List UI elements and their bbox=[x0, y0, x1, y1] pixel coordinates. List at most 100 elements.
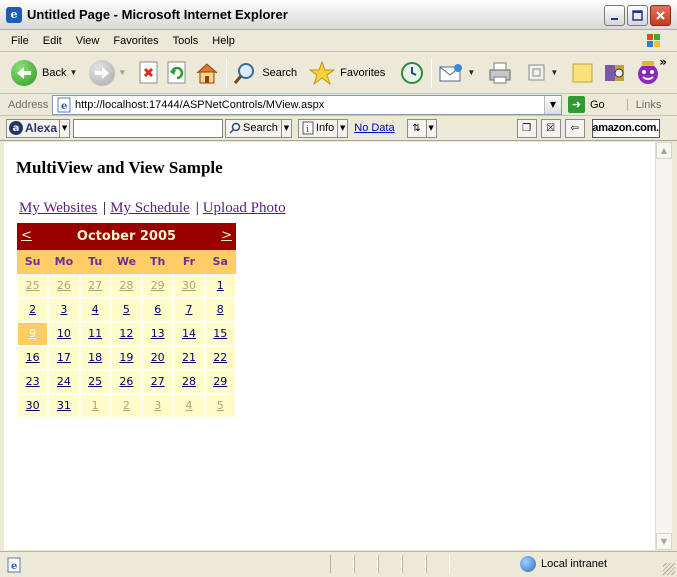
alexa-search-dropdown-icon[interactable]: ▼ bbox=[281, 118, 292, 138]
calendar-day[interactable]: 23 bbox=[17, 370, 49, 394]
calendar-day[interactable]: 29 bbox=[204, 370, 236, 394]
maximize-button[interactable] bbox=[627, 5, 648, 26]
refresh-button[interactable] bbox=[163, 56, 191, 90]
calendar-day[interactable]: 17 bbox=[48, 346, 80, 370]
notes-button[interactable] bbox=[567, 56, 599, 90]
calendar-day[interactable]: 30 bbox=[17, 394, 49, 418]
link-my-websites[interactable]: My Websites bbox=[19, 200, 97, 216]
menu-tools[interactable]: Tools bbox=[166, 35, 206, 47]
calendar-day-other-month[interactable]: 3 bbox=[142, 394, 174, 418]
calendar-day[interactable]: 14 bbox=[173, 322, 205, 346]
menu-view[interactable]: View bbox=[69, 35, 107, 47]
print-button[interactable] bbox=[484, 56, 516, 90]
calendar-day-other-month[interactable]: 26 bbox=[48, 274, 80, 298]
alexa-nodata-link[interactable]: No Data bbox=[354, 122, 394, 134]
calendar-day[interactable]: 8 bbox=[204, 298, 236, 322]
calendar-day[interactable]: 28 bbox=[173, 370, 205, 394]
calendar-day[interactable]: 31 bbox=[48, 394, 80, 418]
stop-button[interactable] bbox=[135, 56, 163, 90]
calendar-day[interactable]: 24 bbox=[48, 370, 80, 394]
calendar-day[interactable]: 12 bbox=[110, 322, 143, 346]
calendar-day[interactable]: 26 bbox=[110, 370, 143, 394]
calendar-day[interactable]: 20 bbox=[142, 346, 174, 370]
calendar-day[interactable]: 25 bbox=[79, 370, 111, 394]
alexa-menu-button[interactable]: a Alexa bbox=[6, 118, 61, 138]
calendar-day-other-month[interactable]: 30 bbox=[173, 274, 205, 298]
back-dropdown-icon[interactable]: ▼ bbox=[69, 68, 77, 77]
scroll-up-icon[interactable]: ▲ bbox=[656, 142, 672, 159]
messenger-icon bbox=[638, 60, 659, 84]
forward-button[interactable]: ▼ bbox=[86, 56, 129, 90]
mail-dropdown-icon[interactable]: ▼ bbox=[467, 68, 475, 77]
calendar-day-other-month[interactable]: 4 bbox=[173, 394, 205, 418]
calendar-day[interactable]: 19 bbox=[110, 346, 143, 370]
research-button[interactable] bbox=[599, 56, 631, 90]
menu-file[interactable]: File bbox=[0, 35, 36, 47]
link-upload-photo[interactable]: Upload Photo bbox=[203, 200, 286, 216]
edit-button[interactable]: ▼ bbox=[524, 56, 561, 90]
calendar-day[interactable]: 4 bbox=[79, 298, 111, 322]
alexa-related-dropdown-icon[interactable]: ▼ bbox=[426, 118, 437, 138]
calendar-day-other-month[interactable]: 1 bbox=[79, 394, 111, 418]
calendar-day[interactable]: 15 bbox=[204, 322, 236, 346]
search-button[interactable]: Search bbox=[230, 56, 300, 90]
calendar-day-other-month[interactable]: 5 bbox=[204, 394, 236, 418]
alexa-archive-icon[interactable]: ⇦ bbox=[564, 118, 585, 138]
scroll-down-icon[interactable]: ▼ bbox=[656, 533, 672, 550]
history-button[interactable] bbox=[396, 56, 428, 90]
alexa-search-input[interactable] bbox=[73, 118, 224, 138]
calendar-day[interactable]: 16 bbox=[17, 346, 49, 370]
home-icon bbox=[196, 62, 218, 83]
go-button[interactable]: ➜ Go bbox=[568, 96, 605, 113]
forward-dropdown-icon[interactable]: ▼ bbox=[118, 68, 126, 77]
home-button[interactable] bbox=[191, 56, 223, 90]
menu-help[interactable]: Help bbox=[205, 35, 242, 47]
address-dropdown-icon[interactable]: ▼ bbox=[544, 95, 561, 114]
calendar-day-other-month[interactable]: 28 bbox=[110, 274, 143, 298]
edit-dropdown-icon[interactable]: ▼ bbox=[550, 68, 558, 77]
alexa-info-button[interactable]: i Info bbox=[297, 118, 339, 138]
calendar-day-selected[interactable]: 9 bbox=[17, 322, 49, 346]
calendar-next-month[interactable]: > bbox=[221, 228, 232, 243]
alexa-popup-blocker-icon[interactable]: ☒ bbox=[540, 118, 561, 138]
calendar-day[interactable]: 22 bbox=[204, 346, 236, 370]
links-button[interactable]: Links bbox=[626, 98, 661, 111]
calendar-day[interactable]: 2 bbox=[17, 298, 49, 322]
calendar-day[interactable]: 7 bbox=[173, 298, 205, 322]
toolbar-chevron-icon[interactable]: » bbox=[659, 55, 667, 69]
calendar-day-other-month[interactable]: 29 bbox=[142, 274, 174, 298]
page-title: MultiView and View Sample bbox=[16, 158, 223, 177]
calendar-day-other-month[interactable]: 27 bbox=[79, 274, 111, 298]
back-button[interactable]: Back ▼ bbox=[8, 56, 80, 90]
menu-favorites[interactable]: Favorites bbox=[106, 35, 165, 47]
calendar-day[interactable]: 18 bbox=[79, 346, 111, 370]
amazon-button[interactable]: amazon.com. bbox=[591, 118, 660, 138]
calendar-day[interactable]: 27 bbox=[142, 370, 174, 394]
link-my-schedule[interactable]: My Schedule bbox=[110, 200, 190, 216]
calendar-day[interactable]: 6 bbox=[142, 298, 174, 322]
menu-edit[interactable]: Edit bbox=[36, 35, 69, 47]
calendar-day[interactable]: 3 bbox=[48, 298, 80, 322]
calendar-day[interactable]: 21 bbox=[173, 346, 205, 370]
calendar-day[interactable]: 11 bbox=[79, 322, 111, 346]
mail-button[interactable]: ▼ bbox=[435, 56, 478, 90]
alexa-dropdown-icon[interactable]: ▼ bbox=[60, 118, 71, 138]
close-button[interactable] bbox=[650, 5, 671, 26]
calendar-day-header: Mo bbox=[48, 250, 80, 274]
minimize-button[interactable] bbox=[604, 5, 625, 26]
alexa-copy-icon[interactable]: ❐ bbox=[516, 118, 537, 138]
alexa-info-dropdown-icon[interactable]: ▼ bbox=[338, 118, 349, 138]
calendar-prev-month[interactable]: < bbox=[21, 228, 32, 243]
calendar-day[interactable]: 5 bbox=[110, 298, 143, 322]
alexa-related-icon[interactable]: ⇅ bbox=[406, 118, 427, 138]
calendar-day-other-month[interactable]: 25 bbox=[17, 274, 49, 298]
calendar-day[interactable]: 10 bbox=[48, 322, 80, 346]
calendar-day[interactable]: 1 bbox=[204, 274, 236, 298]
alexa-search-button[interactable]: Search bbox=[225, 118, 282, 138]
calendar-day-other-month[interactable]: 2 bbox=[110, 394, 143, 418]
vertical-scrollbar[interactable]: ▲ ▼ bbox=[655, 142, 672, 550]
resize-grip-icon[interactable] bbox=[663, 563, 675, 575]
favorites-button[interactable]: Favorites bbox=[306, 56, 388, 90]
calendar-day[interactable]: 13 bbox=[142, 322, 174, 346]
address-input[interactable]: e http://localhost:17444/ASPNetControls/… bbox=[52, 94, 562, 115]
